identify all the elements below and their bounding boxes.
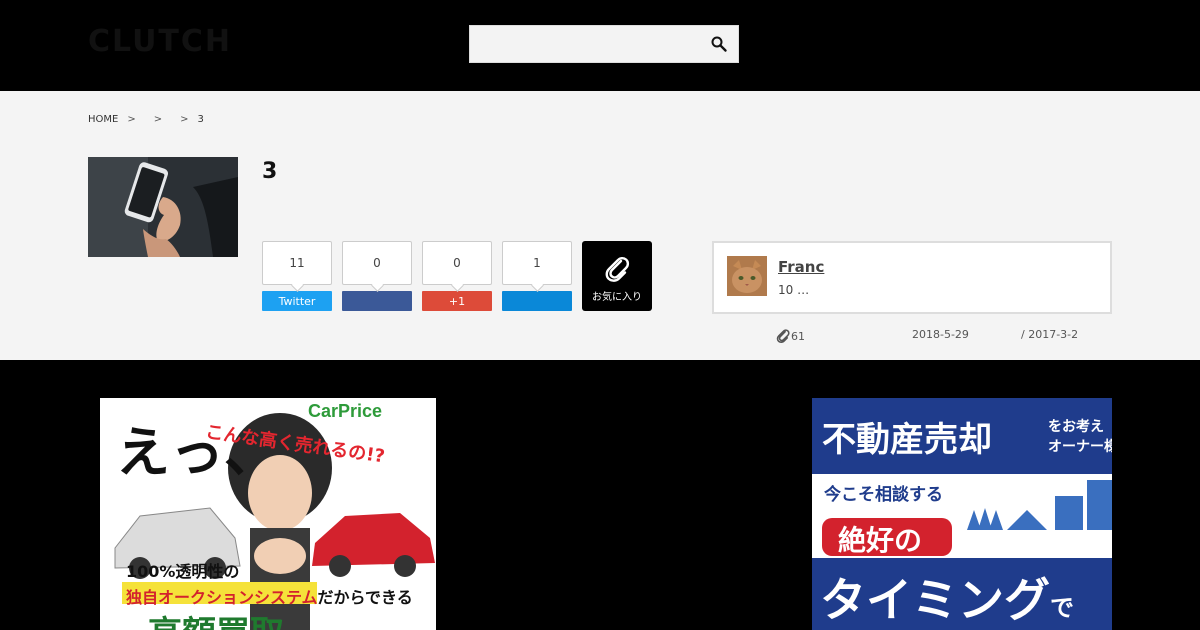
breadcrumb-separator: >	[180, 114, 189, 125]
ad2-timing-suffix: で	[1050, 594, 1074, 622]
carprice-ad-banner[interactable]: CarPrice えっ、 こんな高く売れるの!? 100%透明性の 独自オークシ…	[100, 398, 436, 630]
search-icon[interactable]	[710, 35, 728, 53]
ad2-timing-main: タイミング	[820, 573, 1050, 627]
google-plus-button[interactable]: +1	[422, 291, 492, 311]
site-logo[interactable]: CLUTCH	[88, 24, 232, 59]
ad1-line3: 高額買取	[148, 606, 284, 630]
breadcrumb: HOME > > > 3	[88, 114, 213, 125]
paperclip-icon	[605, 256, 630, 282]
share-google: 0 +1	[422, 241, 492, 311]
share-twitter: 11 Twitter	[262, 241, 332, 311]
ad1-line2-highlight: 独自オークションシステム	[126, 588, 318, 607]
favorite-label: お気に入り	[592, 292, 642, 303]
ad1-line2: 独自オークションシステムだからできる	[126, 584, 413, 608]
ad-area: CarPrice えっ、 こんな高く売れるの!? 100%透明性の 独自オークシ…	[0, 360, 1200, 630]
author-description: 10 …	[778, 283, 810, 297]
ad2-title-suffix: をお考え	[1048, 419, 1104, 435]
facebook-share-button[interactable]	[342, 291, 412, 311]
ad1-line1: 100%透明性の	[126, 562, 240, 581]
search-input[interactable]	[470, 26, 700, 62]
breadcrumb-current: 3	[197, 114, 204, 125]
share-count: 0	[422, 241, 492, 285]
paperclip-icon	[776, 329, 790, 343]
favorite-button[interactable]: お気に入り	[582, 241, 652, 311]
updated-date: 2018-5-29	[912, 328, 969, 341]
share-count: 1	[502, 241, 572, 285]
ad1-line2-rest: だからできる	[317, 588, 413, 607]
ad2-title-suffix2: オーナー様	[1048, 439, 1112, 455]
breadcrumb-home[interactable]: HOME	[88, 114, 118, 125]
author-avatar[interactable]	[727, 256, 767, 296]
search-box	[469, 25, 739, 63]
clip-count-value: 61	[791, 329, 805, 343]
ad1-brand: CarPrice	[308, 401, 383, 421]
share-facebook: 0	[342, 241, 412, 311]
breadcrumb-separator: >	[127, 114, 136, 125]
ad2-title-main: 不動産売却	[822, 420, 992, 460]
author-card: Franc 10 …	[712, 241, 1112, 314]
article-header: HOME > > > 3 3 11 Twitter 0 0 +1 1 お気に入り…	[0, 91, 1200, 360]
clip-count: 61	[775, 328, 805, 344]
published-date: / 2017-3-2	[1021, 328, 1079, 341]
share-count: 0	[342, 241, 412, 285]
share-count: 11	[262, 241, 332, 285]
ad2-timing: タイミングで	[820, 564, 1074, 630]
article-thumbnail[interactable]	[88, 157, 238, 257]
author-name-link[interactable]: Franc	[778, 258, 824, 276]
share-hatena: 1	[502, 241, 572, 311]
real-estate-ad-banner[interactable]: 不動産売却 をお考え オーナー様 今こそ相談する 絶好の タイミングで	[812, 398, 1112, 630]
hatena-share-button[interactable]	[502, 291, 572, 311]
article-title: 3	[262, 159, 278, 184]
site-header: CLUTCH	[0, 0, 1200, 91]
ad2-title: 不動産売却	[822, 412, 992, 461]
twitter-share-button[interactable]: Twitter	[262, 291, 332, 311]
ad2-consult: 今こそ相談する	[824, 485, 943, 505]
ad2-good: 絶好の	[838, 524, 923, 557]
breadcrumb-separator: >	[153, 114, 163, 125]
